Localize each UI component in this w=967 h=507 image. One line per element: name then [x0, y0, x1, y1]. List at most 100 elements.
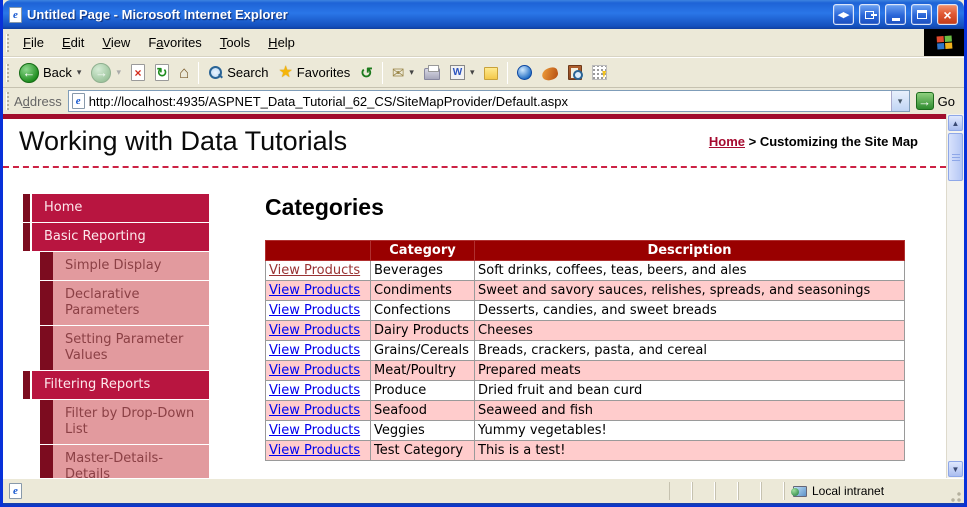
view-products-link[interactable]: View Products — [269, 363, 360, 378]
view-products-link[interactable]: View Products — [269, 283, 360, 298]
menu-help[interactable]: Help — [259, 31, 304, 54]
toolbar-separator — [381, 61, 383, 84]
edit-dropdown-icon[interactable]: ▾ — [470, 67, 475, 78]
table-row: View Products Veggies Yummy vegetables! — [265, 420, 905, 441]
messenger-icon — [517, 65, 533, 80]
history-icon: ↺ — [360, 64, 373, 82]
description-cell: Soft drinks, coffees, teas, beers, and a… — [474, 260, 905, 281]
addon-button[interactable] — [537, 63, 563, 82]
sidebar-item-basic-reporting[interactable]: Basic Reporting — [23, 223, 209, 251]
title-bar[interactable]: e Untitled Page - Microsoft Internet Exp… — [3, 0, 964, 29]
pop-out-icon — [865, 10, 877, 19]
sidebar-item-filtering-reports[interactable]: Filtering Reports — [23, 371, 209, 399]
print-icon — [423, 65, 440, 80]
print-button[interactable] — [419, 63, 445, 82]
view-products-link[interactable]: View Products — [269, 383, 360, 398]
note-icon — [484, 67, 499, 80]
breadcrumb-home-link[interactable]: Home — [709, 134, 745, 149]
sidebar-item-home[interactable]: Home — [23, 194, 209, 222]
category-cell: Seafood — [370, 400, 475, 421]
addressbar-grip[interactable] — [6, 92, 9, 110]
main-content: Categories Category Description View Pro… — [209, 194, 946, 478]
messenger-button[interactable] — [512, 63, 537, 82]
view-products-link[interactable]: View Products — [269, 403, 360, 418]
sidebar-menu: Home Basic Reporting Simple Display Decl… — [23, 194, 209, 478]
edit-with-word-button[interactable]: W ▾ — [445, 63, 480, 82]
pop-out-button[interactable] — [859, 4, 880, 25]
sidebar-item-master-details-details[interactable]: Master-Details-Details — [40, 445, 209, 478]
notes-button[interactable] — [479, 63, 503, 82]
menubar-grip[interactable] — [6, 33, 9, 52]
status-panel — [738, 482, 761, 500]
browser-window: e Untitled Page - Microsoft Internet Exp… — [0, 0, 967, 507]
home-button[interactable]: ⌂ — [174, 62, 194, 83]
sidebar-item-setting-parameter-values[interactable]: Setting Parameter Values — [40, 326, 209, 370]
view-products-link[interactable]: View Products — [269, 303, 360, 318]
table-row: View Products Produce Dried fruit and be… — [265, 380, 905, 401]
mail-icon: ✉ — [391, 64, 405, 82]
breadcrumb: Home > Customizing the Site Map — [709, 134, 932, 149]
search-button[interactable]: Search — [203, 63, 273, 82]
address-dropdown-button[interactable]: ▾ — [890, 91, 909, 111]
category-cell: Test Category — [370, 440, 475, 461]
go-button[interactable]: → Go — [910, 92, 961, 110]
site-title: Working with Data Tutorials — [19, 126, 348, 156]
address-input[interactable]: e http://localhost:4935/ASPNET_Data_Tuto… — [67, 90, 910, 112]
sidebar-item-filter-by-dropdown-list[interactable]: Filter by Drop-Down List — [40, 400, 209, 444]
scroll-up-button[interactable]: ▲ — [948, 115, 963, 131]
table-row: View Products Test Category This is a te… — [265, 440, 905, 461]
description-cell: Sweet and savory sauces, relishes, sprea… — [474, 280, 905, 301]
view-products-link[interactable]: View Products — [269, 443, 360, 458]
back-button[interactable]: ← Back ▾ — [14, 61, 86, 85]
categories-table: Category Description View Products Bever… — [265, 240, 905, 461]
sidebar-item-declarative-parameters[interactable]: Declarative Parameters — [40, 281, 209, 325]
menu-tools[interactable]: Tools — [211, 31, 259, 54]
standard-toolbar: ← Back ▾ → ▾ × ↻ ⌂ Search ★ Favorites ↺ … — [3, 57, 964, 88]
address-url[interactable]: http://localhost:4935/ASPNET_Data_Tutori… — [89, 94, 887, 109]
favorites-button[interactable]: ★ Favorites — [273, 63, 355, 83]
table-row: View Products Beverages Soft drinks, cof… — [265, 260, 905, 281]
stop-button[interactable]: × — [126, 62, 150, 83]
history-button[interactable]: ↺ — [355, 62, 378, 84]
table-row: View Products Condiments Sweet and savor… — [265, 280, 905, 301]
scroll-down-button[interactable]: ▼ — [948, 461, 963, 477]
description-cell: Yummy vegetables! — [474, 420, 905, 441]
table-row: View Products Grains/Cereals Breads, cra… — [265, 340, 905, 361]
view-products-link[interactable]: View Products — [269, 323, 360, 338]
page-header: Working with Data Tutorials Home > Custo… — [3, 119, 946, 168]
ie-window-icon: e — [9, 6, 22, 23]
maximize-button[interactable] — [911, 4, 932, 25]
category-cell: Meat/Poultry — [370, 360, 475, 381]
view-products-link[interactable]: View Products — [269, 423, 360, 438]
toolbar-grip[interactable] — [6, 63, 9, 82]
page-title: Categories — [265, 194, 384, 220]
resize-grip[interactable] — [948, 489, 962, 503]
sidebar-item-simple-display[interactable]: Simple Display — [40, 252, 209, 280]
scrollbar-thumb[interactable] — [948, 133, 963, 181]
status-panel — [761, 482, 784, 500]
breadcrumb-current: Customizing the Site Map — [759, 134, 918, 149]
status-panel — [715, 482, 738, 500]
minimize-button[interactable] — [885, 4, 906, 25]
menu-file[interactable]: File — [14, 31, 53, 54]
refresh-button[interactable]: ↻ — [150, 62, 174, 83]
forward-button[interactable]: → ▾ — [86, 61, 126, 85]
vertical-scrollbar[interactable]: ▲ ▼ — [946, 114, 964, 478]
mail-button[interactable]: ✉ ▾ — [387, 62, 419, 84]
resize-toggle-button[interactable]: ◂▸ — [833, 4, 854, 25]
view-products-link[interactable]: View Products — [269, 263, 360, 278]
snippet-tool-button[interactable] — [587, 63, 612, 82]
menu-edit[interactable]: Edit — [53, 31, 93, 54]
mail-dropdown-icon[interactable]: ▾ — [409, 67, 414, 78]
table-row: View Products Dairy Products Cheeses — [265, 320, 905, 341]
back-dropdown-icon[interactable]: ▾ — [77, 67, 82, 78]
close-button[interactable]: × — [937, 4, 958, 25]
research-button[interactable] — [563, 63, 587, 82]
description-cell: Desserts, candies, and sweet breads — [474, 300, 905, 321]
refresh-icon: ↻ — [154, 64, 169, 81]
view-products-link[interactable]: View Products — [269, 343, 360, 358]
menu-view[interactable]: View — [93, 31, 139, 54]
table-row: View Products Confections Desserts, cand… — [265, 300, 905, 321]
menu-favorites[interactable]: Favorites — [139, 31, 210, 54]
description-cell: Breads, crackers, pasta, and cereal — [474, 340, 905, 361]
